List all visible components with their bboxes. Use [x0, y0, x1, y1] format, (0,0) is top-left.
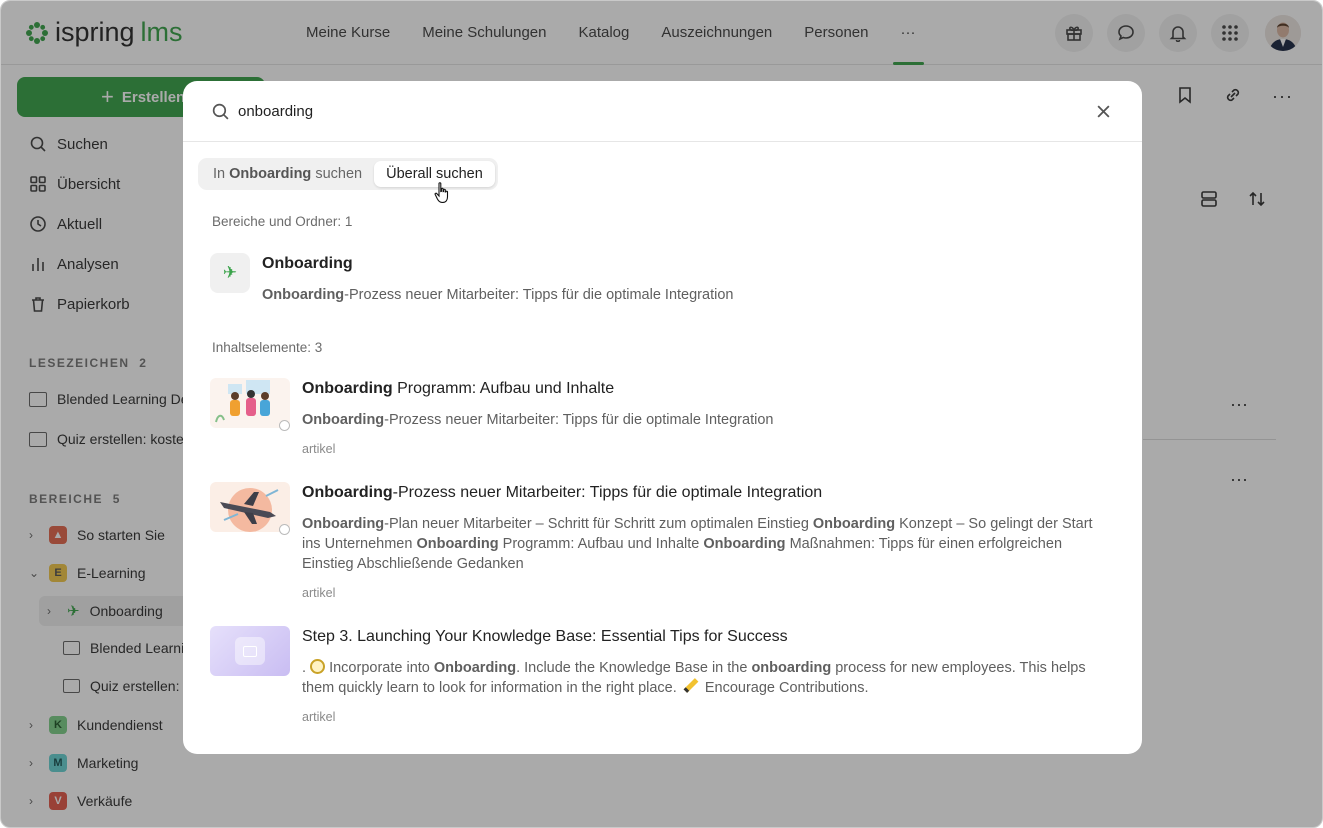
folder-desc: Onboarding-Prozess neuer Mitarbeiter: Ti…: [262, 285, 733, 305]
content-result[interactable]: Onboarding-Prozess neuer Mitarbeiter: Ti…: [210, 482, 1120, 606]
desc-text: . Include the Knowledge Base in the: [516, 660, 752, 676]
result-desc: Onboarding-Prozess neuer Mitarbeiter: Ti…: [302, 410, 773, 430]
result-title: Onboarding Programm: Aufbau und Inhalte: [302, 380, 614, 398]
highlight: Onboarding: [262, 287, 345, 303]
highlight: Onboarding: [416, 536, 499, 552]
highlight: Onboarding: [302, 380, 393, 397]
desc-text: -Plan neuer Mitarbeiter – Schritt für Sc…: [384, 516, 813, 532]
result-type: artikel: [302, 710, 336, 724]
highlight: Onboarding: [302, 412, 385, 428]
desc-text: -Prozess neuer Mitarbeiter: Tipps für di…: [384, 412, 774, 428]
result-desc: Onboarding-Plan neuer Mitarbeiter – Schr…: [302, 514, 1102, 574]
result-desc: . Incorporate into Onboarding. Include t…: [302, 658, 1112, 698]
title-text: Programm: Aufbau und Inhalte: [392, 380, 615, 397]
search-icon: [211, 102, 230, 126]
book-icon: [235, 637, 265, 665]
highlight: Onboarding: [703, 536, 786, 552]
desc-text: -Prozess neuer Mitarbeiter: Tipps für di…: [344, 287, 734, 303]
highlight: Onboarding: [812, 516, 896, 532]
content-type-icon: [279, 420, 290, 431]
result-thumbnail: [210, 378, 290, 428]
tab-suffix: suchen: [315, 166, 363, 182]
highlight: Onboarding: [302, 516, 385, 532]
search-input[interactable]: [238, 99, 938, 123]
close-icon[interactable]: [1096, 104, 1111, 124]
content-result[interactable]: Step 3. Launching Your Knowledge Base: E…: [210, 626, 1120, 736]
result-type: artikel: [302, 442, 336, 456]
content-result[interactable]: Onboarding Programm: Aufbau und Inhalte …: [210, 378, 1120, 462]
desc-text: .: [302, 660, 311, 676]
result-thumbnail: [210, 626, 290, 676]
tab-bold: Onboarding: [229, 166, 312, 182]
result-title: Onboarding-Prozess neuer Mitarbeiter: Ti…: [302, 484, 822, 502]
plane-icon: ✈: [222, 263, 238, 282]
search-modal: In Onboarding suchen Überall suchen Bere…: [183, 81, 1142, 754]
cursor-hand-icon: [434, 181, 452, 210]
tab-prefix: In: [213, 166, 226, 182]
highlight: Onboarding: [302, 484, 393, 501]
search-bar: [183, 81, 1142, 142]
result-type: artikel: [302, 586, 336, 600]
desc-text: Programm: Aufbau und Inhalte: [498, 536, 704, 552]
app-window: ispring lms Meine Kurse Meine Schulungen…: [0, 0, 1323, 828]
section-areas-label: Bereiche und Ordner: 1: [212, 214, 353, 229]
compass-icon: [310, 659, 326, 674]
result-thumbnail: [210, 482, 290, 532]
highlight: Onboarding: [433, 660, 517, 676]
tab-search-in-onboarding[interactable]: In Onboarding suchen: [201, 161, 374, 187]
title-text: -Prozess neuer Mitarbeiter: Tipps für di…: [392, 484, 823, 501]
desc-text: Encourage Contributions.: [700, 680, 869, 696]
folder-result[interactable]: ✈ Onboarding Onboarding-Prozess neuer Mi…: [210, 251, 1110, 311]
highlight: onboarding: [751, 660, 832, 676]
folder-icon-tile: ✈: [210, 253, 250, 293]
result-title: Step 3. Launching Your Knowledge Base: E…: [302, 628, 788, 645]
section-content-label: Inhaltselemente: 3: [212, 340, 323, 355]
desc-text: Incorporate into: [325, 660, 434, 676]
folder-title: Onboarding: [262, 255, 353, 272]
pencil-icon: [683, 678, 699, 693]
content-type-icon: [279, 524, 290, 535]
search-scope-toggle: In Onboarding suchen Überall suchen: [198, 158, 498, 190]
